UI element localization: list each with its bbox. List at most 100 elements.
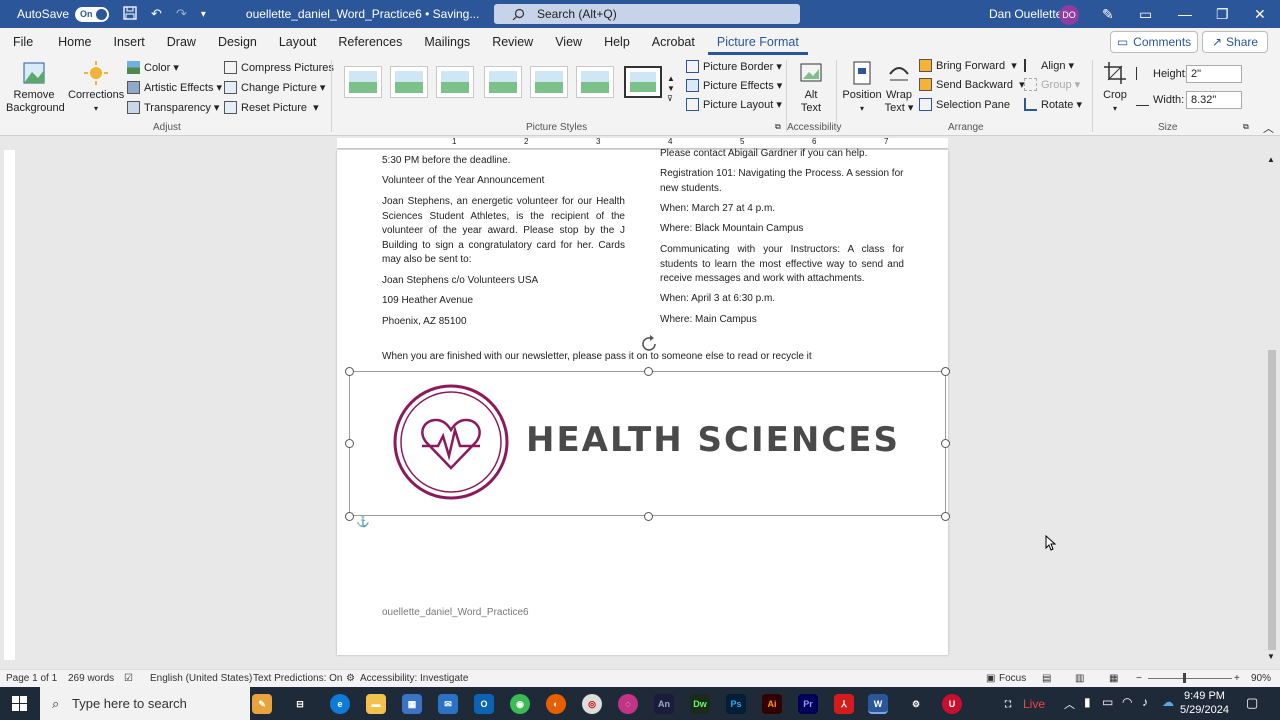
- resize-handle[interactable]: [644, 367, 653, 376]
- scroll-thumb[interactable]: [1268, 350, 1276, 650]
- selection-pane-button[interactable]: Selection Pane: [919, 98, 1010, 111]
- accessibility-status[interactable]: Accessibility: Investigate: [360, 673, 468, 684]
- ribbon-display-icon[interactable]: ▭: [1139, 6, 1152, 23]
- anchor-icon[interactable]: ⚓: [356, 515, 370, 528]
- app-icon[interactable]: ◌: [618, 694, 638, 714]
- live-label[interactable]: Live: [1023, 697, 1045, 711]
- language[interactable]: English (United States): [150, 673, 252, 684]
- onedrive-icon[interactable]: ☁: [1162, 695, 1174, 709]
- chrome-icon[interactable]: ◉: [510, 694, 530, 714]
- customize-toolbar-icon[interactable]: ▾: [201, 9, 206, 20]
- taskbar-search[interactable]: ⌕ Type here to search: [40, 687, 250, 720]
- resize-handle[interactable]: [345, 439, 354, 448]
- tab-draw[interactable]: Draw: [158, 35, 205, 49]
- picture-style-7[interactable]: [624, 66, 662, 98]
- app-icon[interactable]: U: [942, 694, 962, 714]
- battery-icon[interactable]: ▭: [1102, 695, 1113, 709]
- tab-file[interactable]: File: [4, 35, 42, 49]
- position-button[interactable]: Position ▾: [842, 60, 882, 115]
- photoshop-icon[interactable]: Ps: [726, 694, 746, 714]
- artistic-effects-button[interactable]: Artistic Effects ▾: [127, 81, 222, 94]
- document-page[interactable]: 5:30 PM before the deadline. Volunteer o…: [337, 148, 950, 655]
- mic-icon[interactable]: ▮: [1084, 695, 1091, 709]
- picture-style-2[interactable]: [390, 66, 428, 98]
- share-button[interactable]: ↗ Share: [1202, 31, 1268, 53]
- tab-review[interactable]: Review: [483, 35, 542, 49]
- rotate-handle-icon[interactable]: [640, 335, 660, 353]
- volume-icon[interactable]: ♪: [1142, 695, 1148, 709]
- acrobat-icon[interactable]: ⅄: [834, 694, 854, 714]
- print-layout-icon[interactable]: ▥: [1075, 673, 1084, 684]
- vertical-scrollbar[interactable]: ▲ ▼: [1266, 155, 1278, 665]
- reset-picture-button[interactable]: Reset Picture ▾: [224, 101, 319, 114]
- crop-button[interactable]: Crop ▾: [1098, 60, 1132, 115]
- resize-handle[interactable]: [345, 367, 354, 376]
- task-view-icon[interactable]: ⊟: [290, 694, 310, 714]
- tab-layout[interactable]: Layout: [270, 35, 326, 49]
- firefox-icon[interactable]: ◐: [546, 694, 566, 714]
- tab-picture-format[interactable]: Picture Format: [707, 35, 808, 55]
- wifi-icon[interactable]: ◠: [1122, 695, 1132, 709]
- picture-layout-button[interactable]: Picture Layout ▾: [686, 98, 782, 111]
- zoom-level[interactable]: 90%: [1251, 673, 1271, 684]
- picture-effects-button[interactable]: Picture Effects ▾: [686, 79, 782, 92]
- tab-design[interactable]: Design: [209, 35, 266, 49]
- dialog-launcher-icon[interactable]: ⧉: [1243, 122, 1249, 132]
- send-backward-button[interactable]: Send Backward ▾: [919, 78, 1025, 91]
- tab-mailings[interactable]: Mailings: [415, 35, 479, 49]
- restore-icon[interactable]: ❐: [1216, 6, 1229, 23]
- edge-icon[interactable]: e: [330, 694, 350, 714]
- proofing-icon[interactable]: ☑: [124, 673, 133, 684]
- picture-style-1[interactable]: [344, 66, 382, 98]
- collapse-ribbon-icon[interactable]: ︿: [1263, 120, 1274, 136]
- outlook-icon[interactable]: O: [474, 694, 494, 714]
- transparency-button[interactable]: Transparency ▾: [127, 101, 219, 114]
- redo-icon[interactable]: ↷: [176, 6, 187, 22]
- dialog-launcher-icon[interactable]: ⧉: [775, 122, 781, 132]
- zoom-out-icon[interactable]: −: [1136, 673, 1142, 684]
- tab-insert[interactable]: Insert: [105, 35, 154, 49]
- alt-text-button[interactable]: Alt Text: [792, 60, 830, 115]
- dreamweaver-icon[interactable]: Dw: [690, 694, 710, 714]
- bring-forward-button[interactable]: Bring Forward ▾: [919, 59, 1017, 72]
- animate-icon[interactable]: An: [654, 694, 674, 714]
- resize-handle[interactable]: [644, 512, 653, 521]
- clock[interactable]: 9:49 PM 5/29/2024: [1180, 689, 1229, 717]
- color-button[interactable]: Color ▾: [127, 61, 179, 74]
- autosave-toggle[interactable]: On: [75, 6, 110, 22]
- word-icon[interactable]: W: [868, 694, 888, 714]
- picture-style-4[interactable]: [484, 66, 522, 98]
- zoom-slider-thumb[interactable]: [1183, 673, 1186, 683]
- resize-handle[interactable]: [941, 367, 950, 376]
- widget-icon[interactable]: ✎: [252, 694, 272, 714]
- change-picture-button[interactable]: Change Picture ▾: [224, 81, 325, 94]
- vertical-ruler[interactable]: [4, 150, 15, 660]
- resize-handle[interactable]: [345, 512, 354, 521]
- user-name[interactable]: Dan Ouellette: [989, 7, 1062, 21]
- save-icon[interactable]: [123, 5, 137, 23]
- compress-pictures-button[interactable]: Compress Pictures: [224, 61, 334, 74]
- resize-handle[interactable]: [941, 439, 950, 448]
- gallery-scroll[interactable]: ▲ ▼ ⊽: [667, 74, 675, 104]
- comments-button[interactable]: ▭ Comments: [1110, 31, 1198, 53]
- mail-icon[interactable]: ✉: [438, 694, 458, 714]
- app-icon[interactable]: ◎: [582, 694, 602, 714]
- minimize-icon[interactable]: —: [1178, 6, 1192, 22]
- tab-home[interactable]: Home: [49, 35, 100, 49]
- zoom-slider[interactable]: [1148, 678, 1232, 679]
- scroll-down-icon[interactable]: ▼: [1267, 652, 1275, 661]
- width-field[interactable]: 8.32": [1186, 91, 1242, 109]
- tab-view[interactable]: View: [546, 35, 591, 49]
- remove-background-button[interactable]: Remove Background: [6, 60, 65, 115]
- avatar[interactable]: DO: [1059, 5, 1079, 25]
- focus-button[interactable]: Focus: [999, 673, 1026, 684]
- tab-acrobat[interactable]: Acrobat: [643, 35, 704, 49]
- undo-icon[interactable]: ↶: [151, 6, 162, 22]
- corrections-button[interactable]: Corrections ▾: [68, 60, 124, 115]
- picture-style-3[interactable]: [436, 66, 474, 98]
- pen-icon[interactable]: ✎: [1102, 6, 1114, 23]
- group-button[interactable]: Group ▾: [1024, 78, 1080, 91]
- read-mode-icon[interactable]: ▤: [1042, 673, 1051, 684]
- search-box[interactable]: Search (Alt+Q): [494, 4, 800, 24]
- illustrator-icon[interactable]: Ai: [762, 694, 782, 714]
